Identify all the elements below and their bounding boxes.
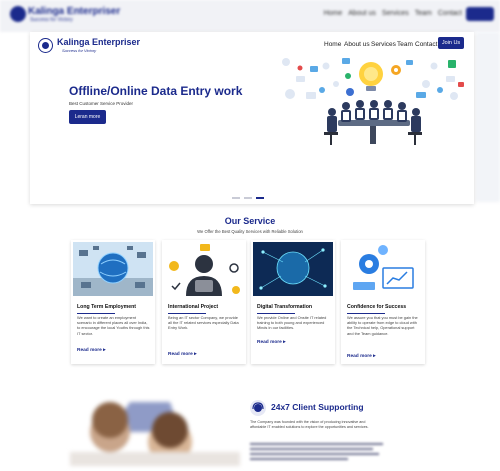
brand-tagline: Success for Victory xyxy=(62,48,97,53)
services-subtitle: We Offer the Best Quality Services with … xyxy=(197,229,303,234)
service-heading: International Project xyxy=(168,304,219,310)
support-description: The Company was founded with the vision … xyxy=(250,420,369,429)
background-logo-icon xyxy=(10,6,26,22)
globe-network-image xyxy=(73,242,153,296)
read-more-link[interactable]: Read more ▸ xyxy=(168,352,197,357)
service-description: We want to create an employment scenario… xyxy=(77,315,150,336)
service-heading: Confidence for Success xyxy=(347,304,407,310)
slide-indicator-1[interactable] xyxy=(232,197,240,199)
heading-underline xyxy=(77,313,115,314)
support-text-faded xyxy=(250,440,390,466)
read-more-link[interactable]: Read more ▸ xyxy=(77,348,106,353)
brand-logo-icon[interactable] xyxy=(38,38,53,53)
headset-icon xyxy=(250,400,266,416)
hero-title: Offline/Online Data Entry work xyxy=(69,84,243,98)
background-decoration xyxy=(476,32,500,202)
nav-services[interactable]: Services xyxy=(371,41,396,48)
hero-card: Kalinga Enterpriser Success for Victory … xyxy=(30,32,474,204)
service-heading: Digital Transformation xyxy=(257,304,313,310)
slide-indicator-3[interactable] xyxy=(256,197,264,199)
service-description: We provide Online and Onsite IT related … xyxy=(257,315,327,331)
team-meeting-illustration xyxy=(282,58,464,145)
services-title: Our Service xyxy=(224,216,276,226)
read-more-link[interactable]: Read more ▸ xyxy=(347,354,376,359)
service-heading: Long Term Employment xyxy=(77,304,136,310)
read-more-link[interactable]: Read more ▸ xyxy=(257,340,286,345)
service-description: We assure you that you must be gain the … xyxy=(347,315,418,336)
heading-underline xyxy=(168,313,206,314)
brand-name[interactable]: Kalinga Enterpriser xyxy=(57,37,140,47)
service-card-digital-transformation: Digital Transformation We provide Online… xyxy=(251,240,335,364)
background-brand-name: Kalinga Enterpriser xyxy=(28,6,121,17)
service-card-international-project: International Project Being an IT sector… xyxy=(162,240,246,364)
team-photo xyxy=(70,402,240,466)
join-us-button[interactable]: Join Us xyxy=(438,37,464,49)
analytics-dashboard-image xyxy=(343,242,423,296)
background-brand-tagline: Success for Victory xyxy=(30,17,73,23)
background-nav: Home About us Services Team Contact xyxy=(323,10,462,17)
nav-about-us[interactable]: About us xyxy=(344,41,370,48)
heading-underline xyxy=(347,313,385,314)
service-card-confidence-for-success: Confidence for Success We assure you tha… xyxy=(341,240,425,364)
digital-network-image xyxy=(253,242,333,296)
nav-home[interactable]: Home xyxy=(324,41,341,48)
nav-contact[interactable]: Contact xyxy=(415,41,437,48)
slide-indicator-2[interactable] xyxy=(244,197,252,199)
support-title: 24x7 Client Supporting xyxy=(271,402,364,412)
learn-more-button[interactable]: Leran more xyxy=(69,110,106,124)
hero-subtitle: Best Customer Service Provider xyxy=(69,101,134,106)
service-description: Being an IT sector Company, we provide a… xyxy=(168,315,239,331)
heading-underline xyxy=(257,313,295,314)
background-header: Kalinga Enterpriser Success for Victory … xyxy=(0,0,500,32)
support-agent-image xyxy=(164,242,244,296)
nav-team[interactable]: Team xyxy=(397,41,413,48)
service-card-long-term-employment: Long Term Employment We want to create a… xyxy=(71,240,155,364)
background-join-button xyxy=(466,7,494,21)
